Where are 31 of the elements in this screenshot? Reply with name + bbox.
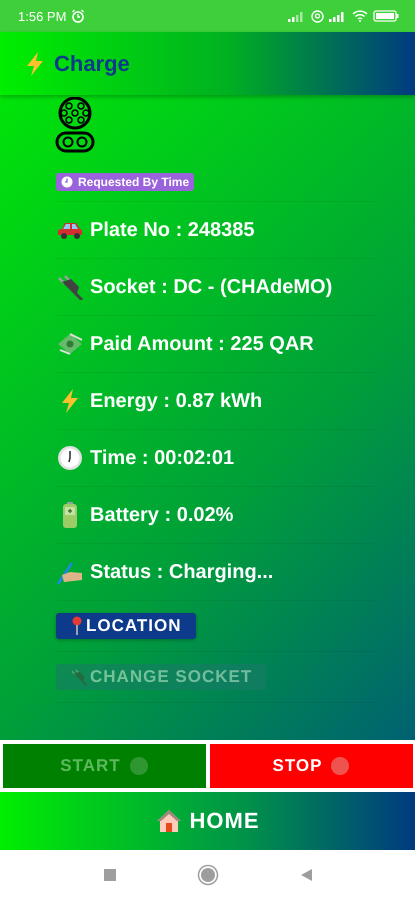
house-icon xyxy=(156,809,182,833)
wifi-icon xyxy=(352,10,368,22)
location-button[interactable]: LOCATION xyxy=(56,613,196,639)
back-icon[interactable] xyxy=(298,868,312,882)
plug-icon xyxy=(70,668,88,686)
stop-button[interactable]: STOP xyxy=(210,744,413,788)
roaming-icon xyxy=(311,10,324,22)
home-button[interactable]: HOME xyxy=(0,792,415,850)
alarm-icon xyxy=(71,9,86,23)
info-text: Battery : 0.02% xyxy=(90,504,234,526)
plug-icon xyxy=(56,274,84,300)
info-text: Paid Amount : 225 QAR xyxy=(90,332,314,356)
status-time: 1:56 PM xyxy=(18,8,66,24)
info-text: Time : 00:02:01 xyxy=(90,446,234,470)
home-nav-icon[interactable] xyxy=(196,864,218,886)
badge-label: Requested By Time xyxy=(78,175,190,189)
screen-title: Charge xyxy=(54,50,130,76)
info-text: Status : Charging... xyxy=(90,560,274,584)
lightning-icon xyxy=(24,50,46,76)
charging-connector-icon xyxy=(54,97,96,153)
pin-icon xyxy=(70,616,84,636)
clock-icon xyxy=(61,176,73,188)
money-icon xyxy=(56,332,84,356)
clock-icon xyxy=(56,445,84,471)
info-text: Plate No : 248385 xyxy=(90,218,255,242)
battery-status-icon xyxy=(373,10,401,22)
circle-icon xyxy=(128,756,149,776)
recents-icon[interactable] xyxy=(102,868,116,882)
info-text: Socket : DC - (CHAdeMO) xyxy=(90,276,332,298)
circle-icon xyxy=(330,756,350,776)
info-text: Energy : 0.87 kWh xyxy=(90,390,262,412)
